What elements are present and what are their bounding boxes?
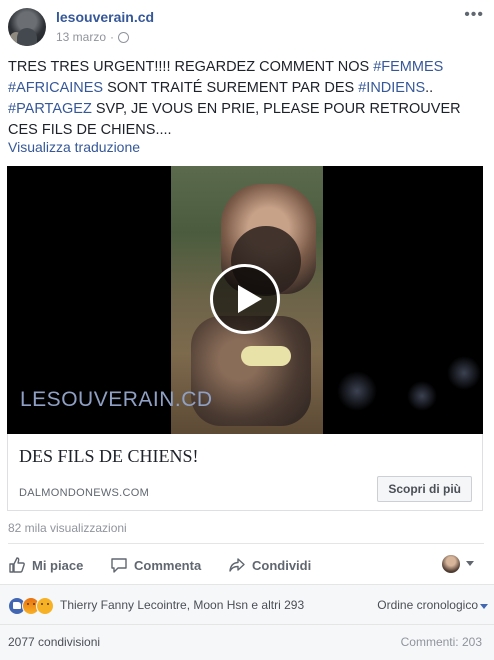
post-text-segment: SONT TRAITÉ SUREMENT PAR DES [103,80,359,96]
chevron-down-icon[interactable] [480,604,488,609]
post-text-segment: TRES TRES URGENT!!!! REGARDEZ COMMENT NO… [8,59,374,75]
view-count: 82 mila visualizzazioni [8,521,127,535]
more-icon[interactable]: ••• [464,6,484,24]
light-flare [337,371,377,411]
reaction-names[interactable]: Thierry Fanny Lecointre, Moon Hsn e altr… [60,598,304,612]
like-label: Mi piace [32,557,84,573]
like-icon [9,557,25,573]
comment-icon [111,558,127,573]
link-domain: DALMONDONEWS.COM [19,487,150,499]
link-title[interactable]: DES FILS DE CHIENS! [19,446,199,467]
chevron-down-icon[interactable] [466,561,474,566]
post-date[interactable]: 13 marzo [56,30,106,44]
light-flare [447,356,481,390]
action-bar: Mi piace Commenta Condividi [0,544,494,584]
divider [0,584,494,585]
hashtag-link[interactable]: #FEMMES [373,59,443,75]
light-flare [407,381,437,411]
order-dropdown[interactable]: Ordine cronologico [377,598,478,612]
post-text: TRES TRES URGENT!!!! REGARDEZ COMMENT NO… [8,57,484,141]
hashtag-link[interactable]: #INDIENS [358,80,425,96]
like-button[interactable]: Mi piace [8,556,83,574]
share-count[interactable]: 2077 condivisioni [8,635,100,649]
comment-count[interactable]: Commenti: 203 [401,635,482,649]
share-icon [229,558,245,572]
viewer-avatar[interactable] [442,555,460,573]
post-header: lesouverain.cd 13 marzo · ••• [0,0,494,52]
post-text-segment: .. [425,80,434,96]
video-watermark: LESOUVERAIN.CD [20,388,213,411]
video-player[interactable]: LESOUVERAIN.CD [7,166,483,434]
share-label: Condividi [252,557,312,573]
globe-icon [118,31,130,43]
divider [0,624,494,625]
play-icon[interactable] [210,264,280,334]
reaction-icons[interactable] [8,597,54,615]
translate-link[interactable]: Visualizza traduzione [8,139,140,155]
meta-separator: · [110,30,115,44]
page-name-link[interactable]: lesouverain.cd [56,9,154,25]
share-button[interactable]: Condividi [228,556,311,574]
learn-more-button[interactable]: Scopri di più [377,476,472,502]
link-preview[interactable]: DES FILS DE CHIENS! DALMONDONEWS.COM Sco… [7,434,483,511]
comment-label: Commenta [134,557,202,573]
reaction-bar: Thierry Fanny Lecointre, Moon Hsn e altr… [0,584,494,660]
hashtag-link[interactable]: #PARTAGEZ [8,101,92,117]
reaction-sad-icon [36,597,54,615]
hashtag-link[interactable]: #AFRICAINES [8,80,103,96]
post-meta: 13 marzo · [56,30,130,44]
comment-button[interactable]: Commenta [110,556,201,574]
page-avatar[interactable] [8,8,46,46]
